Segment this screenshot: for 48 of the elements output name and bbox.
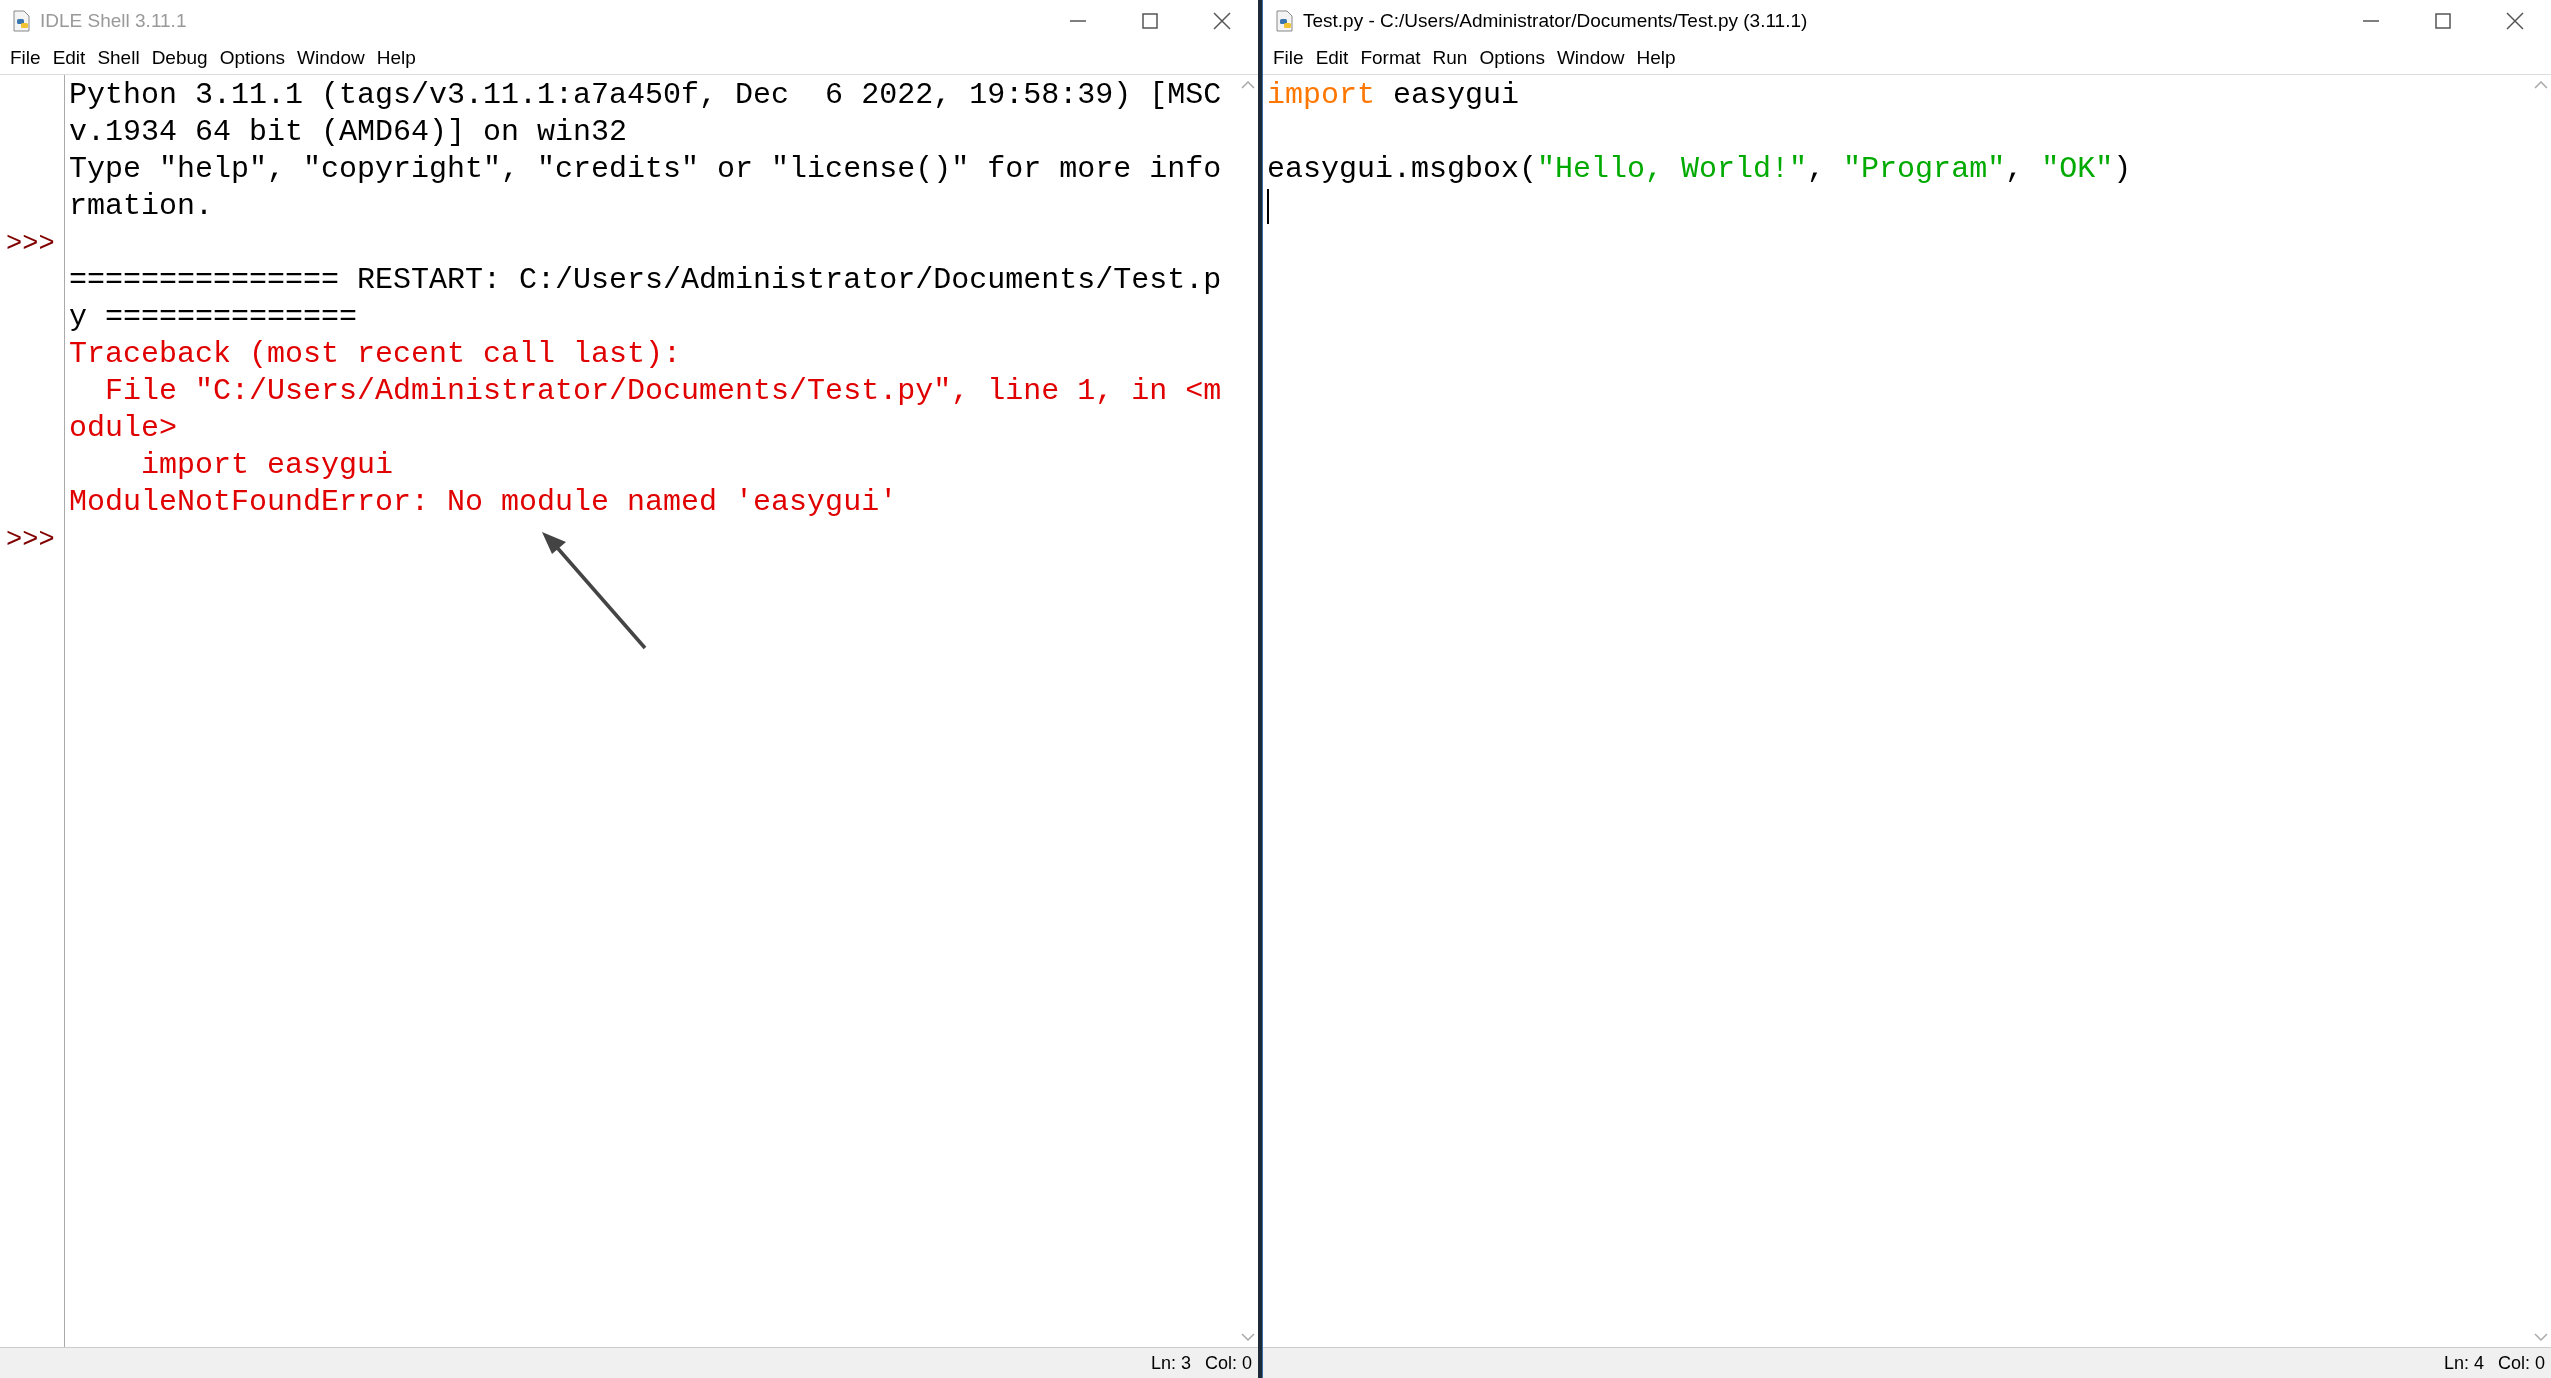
menu-item[interactable]: Help: [1630, 47, 1682, 69]
column-number: Col: 0: [1204, 1352, 1252, 1374]
output-line: Type "help", "copyright", "credits" or "license()" for more info: [69, 151, 1223, 188]
text-cursor: [1267, 189, 1269, 224]
maximize-icon: [1142, 13, 1158, 29]
scroll-up-icon[interactable]: [1241, 81, 1255, 89]
python-file-icon: [1275, 10, 1295, 32]
output-line: v.1934 64 bit (AMD64)] on win32: [69, 114, 629, 151]
menu-item[interactable]: Help: [370, 47, 422, 69]
window-title: IDLE Shell 3.11.1: [40, 10, 187, 32]
error-line: ModuleNotFoundError: No module named 'easygui': [69, 484, 899, 521]
menu-item[interactable]: Run: [1426, 47, 1474, 69]
output-line: rmation.: [69, 188, 215, 225]
scroll-down-icon[interactable]: [1241, 1333, 1255, 1341]
menu-item[interactable]: Window: [1550, 47, 1631, 69]
error-line: File "C:/Users/Administrator/Documents/Test.py", line 1, in <m: [104, 373, 1223, 410]
output-line: Python 3.11.1 (tags/v3.11.1:a7a450f, Dec 6 2022, 19:58:39) [MSC: [69, 77, 1223, 114]
minimize-icon: [2363, 20, 2379, 22]
menu-item[interactable]: Edit: [1309, 47, 1355, 69]
scroll-down-icon[interactable]: [2534, 1333, 2548, 1341]
code-line: easygui.msgbox("Hello, World!", "Program", "OK"): [1267, 151, 2133, 188]
line-number: Ln: 3: [1150, 1352, 1191, 1374]
window-title: Test.py - C:/Users/Administrator/Documents/Test.py (3.11.1): [1303, 10, 1808, 32]
close-icon: [1213, 12, 1231, 30]
error-line: import easygui: [140, 447, 395, 484]
menu-item[interactable]: File: [1267, 47, 1310, 69]
menu-item[interactable]: Format: [1354, 47, 1427, 69]
code-line: import easygui: [1267, 77, 1521, 114]
close-icon: [2506, 12, 2524, 30]
menu-item[interactable]: Shell: [91, 47, 146, 69]
menu-item[interactable]: File: [4, 47, 47, 69]
column-number: Col: 0: [2497, 1352, 2545, 1374]
output-line: =============== RESTART: C:/Users/Administrator/Documents/Test.p: [69, 262, 1223, 299]
shell-prompt: >>>: [6, 525, 55, 555]
menu-item[interactable]: Options: [1473, 47, 1551, 69]
python-file-icon: [12, 10, 32, 32]
output-line: y ==============: [69, 299, 359, 336]
shell-prompt: >>>: [6, 229, 55, 259]
scroll-up-icon[interactable]: [2534, 81, 2548, 89]
error-line: odule>: [69, 410, 179, 447]
maximize-icon: [2435, 13, 2451, 29]
minimize-icon: [1070, 20, 1086, 22]
menu-item[interactable]: Options: [213, 47, 292, 69]
menu-item[interactable]: Edit: [46, 47, 92, 69]
menu-item[interactable]: Debug: [145, 47, 214, 69]
menu-item[interactable]: Window: [291, 47, 371, 69]
error-line: Traceback (most recent call last):: [69, 336, 683, 373]
line-number: Ln: 4: [2443, 1352, 2484, 1374]
